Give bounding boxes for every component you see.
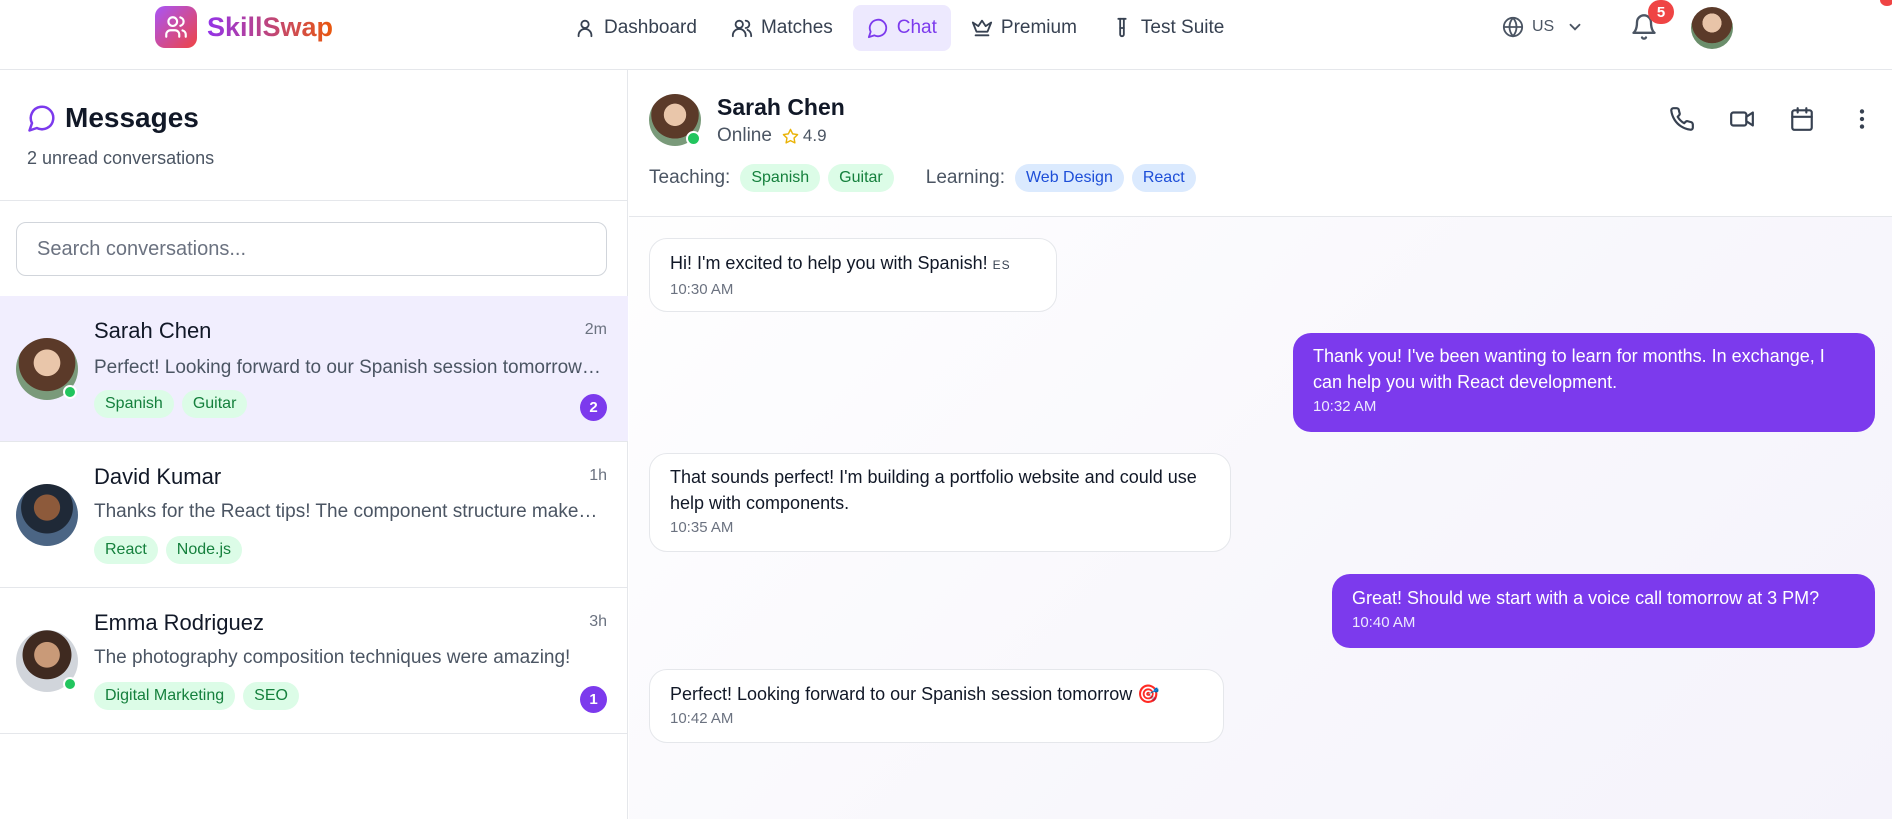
users-icon xyxy=(731,19,753,38)
skill-tags: Digital Marketing SEO xyxy=(94,682,299,710)
globe-icon xyxy=(1502,16,1524,38)
message-bubble-outgoing: Great! Should we start with a voice call… xyxy=(1332,574,1875,648)
sidebar-title: Messages xyxy=(27,102,214,134)
language-code: US xyxy=(1532,18,1555,35)
message-time: 10:40 AM xyxy=(1352,614,1416,631)
conversation-preview: Perfect! Looking forward to our Spanish … xyxy=(94,357,606,378)
message-text: That sounds perfect! I'm building a port… xyxy=(670,467,1197,513)
nav-label: Dashboard xyxy=(604,17,697,38)
search-input[interactable] xyxy=(16,222,607,276)
chevron-down-icon xyxy=(1569,23,1581,31)
message-text: Thank you! I've been wanting to learn fo… xyxy=(1313,346,1825,392)
chat-actions xyxy=(1669,106,1875,132)
nav-label: Chat xyxy=(896,17,937,38)
message-text: Hi! I'm excited to help you with Spanish… xyxy=(670,253,1011,273)
avatar xyxy=(16,484,78,546)
teaching-label: Teaching: xyxy=(649,167,731,188)
chat-contact-status: Online 4.9 xyxy=(717,125,827,147)
message-time: 10:30 AM xyxy=(670,281,734,298)
nav-label: Test Suite xyxy=(1140,17,1225,38)
nav-chat[interactable]: Chat xyxy=(852,5,951,51)
phone-icon[interactable] xyxy=(1669,106,1695,132)
skill-tag: Node.js xyxy=(165,536,243,564)
unread-summary: 2 unread conversations xyxy=(27,148,215,168)
online-indicator xyxy=(686,131,701,146)
conversation-item[interactable]: Sarah Chen 2m Perfect! Looking forward t… xyxy=(0,296,628,442)
learning-tag: React xyxy=(1131,164,1196,192)
message-bubble-incoming: Hi! I'm excited to help you with Spanish… xyxy=(649,238,1057,312)
sidebar-header: Messages 2 unread conversations xyxy=(27,102,214,169)
skill-tag: Spanish xyxy=(94,390,174,418)
conversation-time: 2m xyxy=(584,321,607,338)
message-icon xyxy=(867,18,887,39)
online-indicator xyxy=(63,677,77,691)
brand[interactable]: SkillSwap xyxy=(155,6,333,48)
nav-test-suite[interactable]: Test Suite xyxy=(1097,5,1238,51)
crown-icon xyxy=(971,19,992,37)
unread-count-badge: 2 xyxy=(580,394,607,421)
teaching-tag: Spanish xyxy=(740,164,821,192)
skill-tag: Digital Marketing xyxy=(94,682,236,710)
message-bubble-incoming: That sounds perfect! I'm building a port… xyxy=(649,453,1231,552)
user-icon xyxy=(577,19,593,38)
learning-label: Learning: xyxy=(925,167,1005,188)
conversation-name: Sarah Chen xyxy=(94,318,212,343)
conversation-name: David Kumar xyxy=(94,464,222,489)
calendar-icon[interactable] xyxy=(1789,106,1815,132)
conversation-time: 1h xyxy=(589,467,607,484)
skill-tag: Guitar xyxy=(181,390,248,418)
message-bubble-outgoing: Thank you! I've been wanting to learn fo… xyxy=(1293,333,1875,432)
message-icon xyxy=(28,105,55,132)
more-vertical-icon[interactable] xyxy=(1849,106,1875,132)
star-icon xyxy=(782,128,799,144)
message-time: 10:42 AM xyxy=(670,710,734,727)
nav-premium[interactable]: Premium xyxy=(957,5,1091,51)
chat-panel: Sarah Chen Online 4.9 Teaching: Spanish … xyxy=(629,70,1892,819)
message-time: 10:35 AM xyxy=(670,519,734,536)
chat-header: Sarah Chen Online 4.9 Teaching: Spanish … xyxy=(629,70,1892,217)
conversation-name: Emma Rodriguez xyxy=(94,610,264,635)
notification-badge: 5 xyxy=(1648,0,1674,24)
user-avatar[interactable] xyxy=(1691,7,1733,49)
conversations-sidebar: Messages 2 unread conversations Sarah Ch… xyxy=(0,70,628,819)
conversation-item[interactable]: Emma Rodriguez 3h The photography compos… xyxy=(0,588,628,734)
message-time: 10:32 AM xyxy=(1313,398,1377,415)
message-bubble-incoming: Perfect! Looking forward to our Spanish … xyxy=(649,669,1224,743)
brand-logo-icon xyxy=(155,6,197,48)
skill-tags: React Node.js xyxy=(94,536,243,564)
rating-value: 4.9 xyxy=(802,126,827,145)
top-navbar: SkillSwap Dashboard Matches Chat Premium… xyxy=(0,0,1892,70)
message-text: Perfect! Looking forward to our Spanish … xyxy=(670,684,1160,704)
skills-row: Teaching: Spanish Guitar Learning: Web D… xyxy=(649,164,1196,192)
flag-es: ES xyxy=(992,258,1011,272)
skill-tag: SEO xyxy=(243,682,299,710)
learning-tag: Web Design xyxy=(1014,164,1124,192)
test-tube-icon xyxy=(1117,17,1127,38)
nav-matches[interactable]: Matches xyxy=(717,5,847,51)
nav-label: Matches xyxy=(760,17,833,38)
unread-count-badge: 1 xyxy=(580,686,607,713)
video-icon[interactable] xyxy=(1729,106,1755,132)
conversation-preview: Thanks for the React tips! The component… xyxy=(94,501,606,522)
skill-tag: React xyxy=(94,536,158,564)
sidebar-title-text: Messages xyxy=(65,102,199,133)
corner-indicator xyxy=(1880,0,1892,6)
chat-contact-name: Sarah Chen xyxy=(717,94,845,120)
nav-dashboard[interactable]: Dashboard xyxy=(560,5,711,51)
conversation-preview: The photography composition techniques w… xyxy=(94,647,571,668)
skill-tags: Spanish Guitar xyxy=(94,390,248,418)
status-text: Online xyxy=(717,125,772,146)
language-selector[interactable]: US xyxy=(1502,16,1584,38)
teaching-tag: Guitar xyxy=(828,164,894,192)
divider xyxy=(0,200,628,201)
rating: 4.9 xyxy=(782,126,827,146)
main-nav: Dashboard Matches Chat Premium Test Suit… xyxy=(560,5,1238,51)
online-indicator xyxy=(63,385,77,399)
target-emoji-icon: 🎯 xyxy=(1137,684,1160,704)
conversation-time: 3h xyxy=(589,613,607,630)
nav-label: Premium xyxy=(1000,17,1077,38)
message-text: Great! Should we start with a voice call… xyxy=(1352,588,1820,608)
conversation-item[interactable]: David Kumar 1h Thanks for the React tips… xyxy=(0,442,628,588)
brand-name: SkillSwap xyxy=(207,11,334,42)
